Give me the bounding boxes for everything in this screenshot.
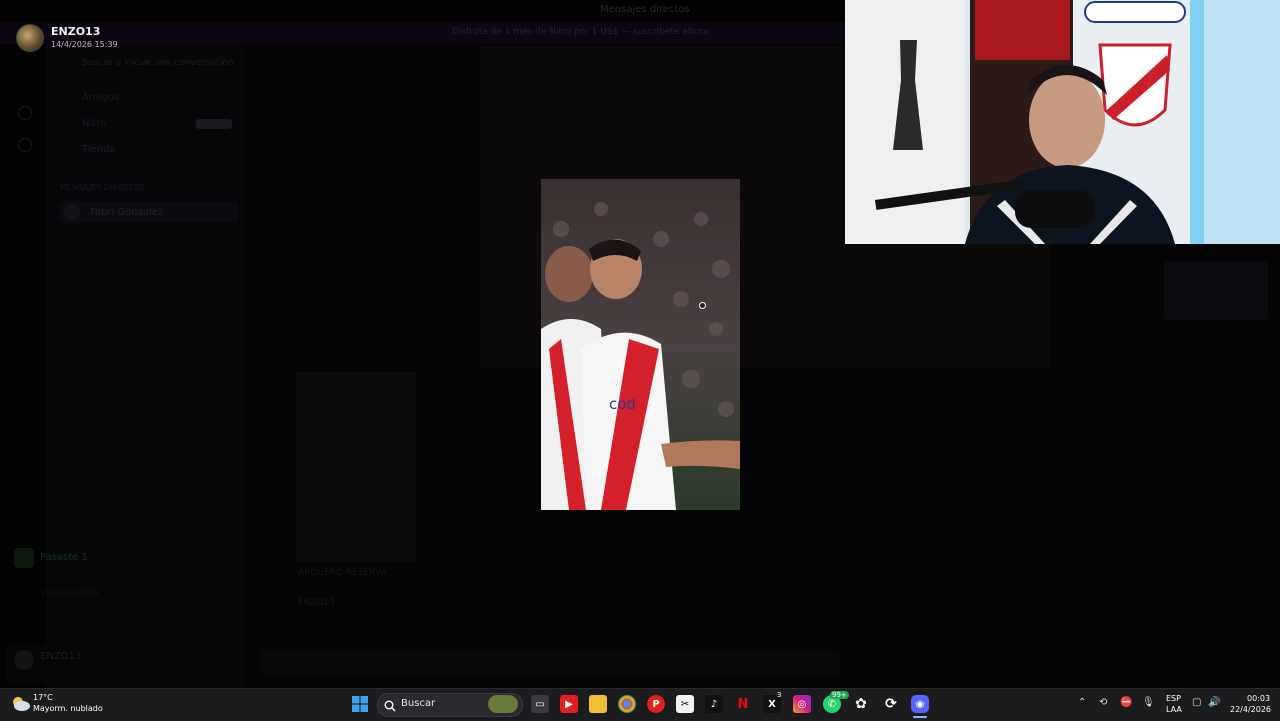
webcam-feed [845, 0, 1280, 244]
display-icon[interactable]: ▢ [1192, 697, 1201, 708]
viewer-image[interactable]: cod [541, 179, 740, 510]
participant-thumbnail[interactable] [1164, 262, 1268, 320]
search-icon [384, 697, 396, 716]
dm-avatar [64, 204, 80, 220]
mouse-cursor [699, 302, 706, 309]
message-author: ENZO13 [298, 598, 336, 608]
network-icon[interactable]: ⛔ [1120, 697, 1132, 708]
netflix-icon[interactable]: N [734, 695, 752, 713]
weather-cloud-icon[interactable] [10, 694, 30, 712]
windows-start-icon[interactable] [352, 696, 368, 712]
x-notification-badge: 3 [777, 691, 782, 699]
viewer-author-name: ENZO13 [51, 25, 101, 38]
nitro-promo-banner [0, 22, 845, 44]
weather-temperature[interactable]: 17°C [33, 693, 53, 702]
discord-active-indicator [913, 716, 927, 718]
file-explorer-icon[interactable] [589, 695, 607, 713]
weather-description[interactable]: Mayorm. nublado [33, 704, 103, 713]
input-language-layout[interactable]: LAA [1166, 705, 1182, 714]
taskbar-search-label: Buscar [401, 698, 436, 709]
clock-date[interactable]: 22/4/2026 [1230, 705, 1271, 714]
volume-icon[interactable]: 🔊 [1208, 697, 1220, 708]
sidebar-item-friends[interactable]: Amigos [82, 92, 119, 103]
dm-heading: MENSAJES DIRECTOS [60, 183, 145, 192]
search-highlight-icon [488, 695, 518, 713]
input-language[interactable]: ESP [1166, 694, 1181, 703]
app-icon[interactable]: ⟳ [882, 695, 900, 713]
sidebar-item-shop[interactable]: Tienda [82, 144, 116, 155]
youtube-icon[interactable]: ▶ [560, 695, 578, 713]
sidebar-item-nitro[interactable]: Nitro [82, 118, 106, 129]
voice-channel-label: Pasaste 1 [40, 552, 88, 563]
author-avatar [16, 24, 44, 52]
task-view-icon[interactable]: ▭ [531, 695, 549, 713]
chevron-up-icon[interactable]: ⌃ [1078, 697, 1086, 708]
tiktok-icon[interactable]: ♪ [705, 695, 723, 713]
user-avatar[interactable] [14, 650, 34, 670]
pinterest-icon[interactable]: P [647, 695, 665, 713]
nitro-badge [196, 119, 232, 129]
discord-icon[interactable]: ◉ [911, 695, 929, 713]
dm-search-input[interactable]: Buscar o iniciar una conversación [82, 58, 234, 68]
message-image-thumbnail[interactable] [296, 372, 416, 562]
whatsapp-notification-badge: 99+ [830, 691, 849, 699]
taskbar [0, 688, 1280, 721]
clock-time[interactable]: 00:03 [1247, 694, 1270, 703]
chatgpt-icon[interactable]: ✿ [852, 695, 870, 713]
voice-channel-icon [14, 548, 34, 568]
voice-status: Voz conectada [40, 588, 99, 597]
title-bar-label: Mensajes directos [600, 4, 690, 15]
dm-list-item-label: Fabri Gonzalez [90, 207, 164, 218]
capcut-icon[interactable]: ✂ [676, 695, 694, 713]
explore-icon[interactable] [18, 138, 32, 152]
instagram-icon[interactable]: ◎ [793, 695, 811, 713]
microphone-icon[interactable]: 🎙 [1142, 697, 1155, 708]
promo-text: Disfruta de 1 mes de Nitro por 1 US$ — s… [452, 27, 709, 37]
jersey-sponsor-text: cod [609, 395, 636, 413]
football-players-photo: cod [541, 179, 740, 510]
message-input[interactable] [260, 650, 840, 676]
streamer-webcam [845, 0, 1280, 244]
user-name: ENZO13 [40, 651, 82, 662]
server-icon[interactable] [18, 106, 32, 120]
media-caption: ARQUERO RESERVA [298, 568, 387, 578]
sync-icon[interactable]: ⟲ [1099, 697, 1107, 708]
viewer-timestamp: 14/4/2026 15:39 [51, 40, 118, 49]
chrome-icon[interactable] [618, 695, 636, 713]
